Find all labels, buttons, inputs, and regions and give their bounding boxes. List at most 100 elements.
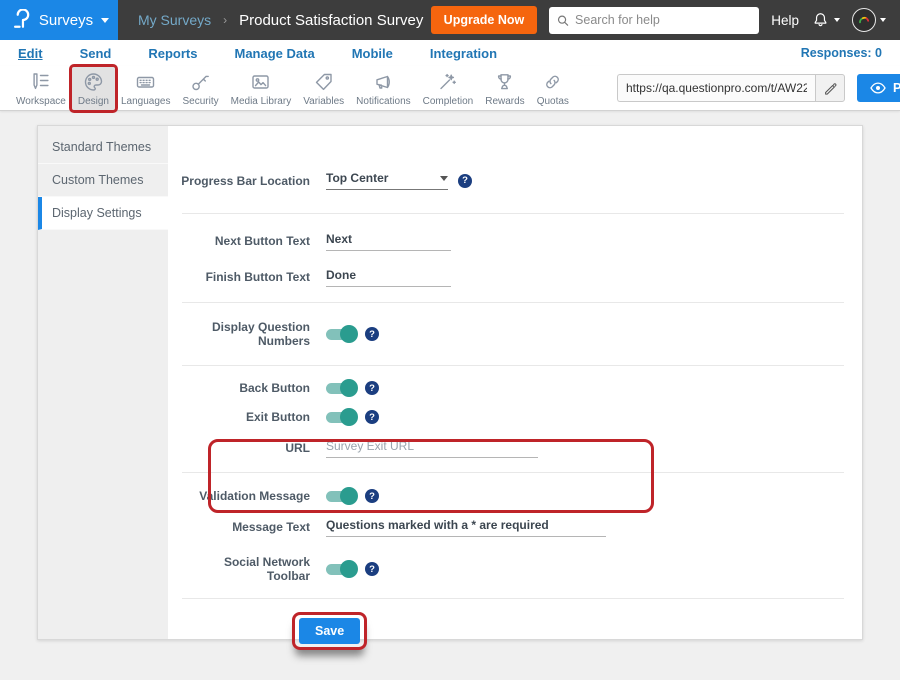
chevron-down-icon [880, 18, 886, 22]
help-search[interactable] [549, 7, 759, 34]
nav-send[interactable]: Send [80, 46, 112, 61]
social-network-toolbar-row: Social Network Toolbar [178, 555, 848, 583]
divider [182, 472, 844, 473]
workspace-icon [28, 70, 53, 94]
brand-label: Surveys [39, 12, 93, 29]
message-text-label: Message Text [178, 520, 326, 534]
exit-url-label: URL [178, 441, 326, 455]
toolbar-workspace[interactable]: Workspace [10, 67, 72, 110]
toolbar-notifications[interactable]: Notifications [350, 67, 416, 110]
help-search-input[interactable] [575, 13, 751, 27]
display-settings-form: Progress Bar Location Top Center Next Bu… [168, 126, 862, 639]
progress-bar-location-select[interactable]: Top Center [326, 171, 448, 190]
divider [182, 213, 844, 214]
finish-button-text-input[interactable] [326, 266, 451, 287]
toolbar-design[interactable]: Design [72, 67, 115, 110]
chevron-down-icon [440, 176, 448, 181]
toolbar-security[interactable]: Security [176, 67, 224, 110]
help-icon[interactable] [365, 410, 379, 424]
help-icon[interactable] [365, 489, 379, 503]
help-icon[interactable] [458, 174, 472, 188]
notifications-bell-button[interactable] [811, 11, 840, 30]
display-question-numbers-toggle[interactable] [326, 329, 355, 340]
finish-button-text-row: Finish Button Text [178, 266, 848, 287]
design-palette-icon [81, 70, 106, 94]
help-icon[interactable] [365, 381, 379, 395]
help-icon[interactable] [365, 562, 379, 576]
sidebar-item-custom-themes[interactable]: Custom Themes [38, 164, 168, 197]
back-button-toggle[interactable] [326, 383, 355, 394]
nav-manage-data[interactable]: Manage Data [234, 46, 314, 61]
next-button-text-row: Next Button Text [178, 230, 848, 251]
nav-integration[interactable]: Integration [430, 46, 497, 61]
validation-message-row: Validation Message [178, 489, 848, 503]
finish-button-text-label: Finish Button Text [178, 270, 326, 284]
breadcrumb-my-surveys[interactable]: My Surveys [138, 12, 211, 28]
divider [182, 598, 844, 599]
media-library-icon [248, 70, 273, 94]
gauge-avatar-icon [856, 12, 872, 28]
security-key-icon [188, 70, 213, 94]
progress-bar-location-label: Progress Bar Location [178, 174, 326, 188]
nav-edit[interactable]: Edit [18, 46, 43, 61]
design-settings-panel: Standard Themes Custom Themes Display Se… [37, 125, 863, 640]
nav-mobile[interactable]: Mobile [352, 46, 393, 61]
toolbar-rewards[interactable]: Rewards [479, 67, 530, 110]
help-link[interactable]: Help [771, 13, 799, 28]
account-menu[interactable] [852, 8, 886, 32]
toolbar-languages[interactable]: Languages [115, 67, 177, 110]
display-question-numbers-row: Display Question Numbers [178, 320, 848, 348]
social-network-toolbar-toggle[interactable] [326, 564, 355, 575]
exit-button-toggle[interactable] [326, 412, 355, 423]
page-title: Product Satisfaction Survey [239, 12, 423, 29]
validation-message-toggle[interactable] [326, 491, 355, 502]
sidebar-item-display-settings[interactable]: Display Settings [38, 197, 168, 230]
survey-url-group [617, 74, 845, 102]
toolbar-completion[interactable]: Completion [417, 67, 480, 110]
themes-sidebar: Standard Themes Custom Themes Display Se… [38, 126, 168, 639]
notifications-megaphone-icon [371, 70, 396, 94]
surveys-menu[interactable]: Surveys [0, 0, 118, 40]
message-text-input[interactable] [326, 516, 606, 537]
nav-reports[interactable]: Reports [148, 46, 197, 61]
edit-url-button[interactable] [815, 74, 845, 102]
top-bar: Surveys My Surveys › Product Satisfactio… [0, 0, 900, 40]
breadcrumb: My Surveys › Product Satisfaction Survey [138, 12, 423, 29]
display-question-numbers-label: Display Question Numbers [178, 320, 326, 348]
validation-message-label: Validation Message [178, 489, 326, 503]
message-text-row: Message Text [178, 516, 848, 537]
survey-menu-bar: Edit Send Reports Manage Data Mobile Int… [0, 40, 900, 66]
exit-button-label: Exit Button [178, 410, 326, 424]
completion-wand-icon [435, 70, 460, 94]
save-row: Save [292, 612, 848, 650]
chevron-down-icon [101, 18, 109, 23]
preview-button[interactable]: Preview [857, 74, 900, 102]
eye-icon [870, 82, 886, 94]
chevron-down-icon [834, 18, 840, 22]
page-body: Standard Themes Custom Themes Display Se… [0, 111, 900, 640]
breadcrumb-separator: › [223, 13, 227, 27]
bell-icon [811, 11, 830, 30]
design-toolbar: Workspace Design Languages Security Medi… [0, 66, 900, 111]
toolbar-media-library[interactable]: Media Library [225, 67, 298, 110]
exit-url-input[interactable] [326, 437, 538, 458]
sidebar-item-standard-themes[interactable]: Standard Themes [38, 131, 168, 164]
avatar [852, 8, 876, 32]
next-button-text-input[interactable] [326, 230, 451, 251]
quotas-link-icon [540, 70, 565, 94]
survey-url-input[interactable] [617, 74, 815, 102]
help-icon[interactable] [365, 327, 379, 341]
questionpro-logo-icon [9, 9, 31, 31]
pencil-icon [823, 81, 837, 95]
next-button-text-label: Next Button Text [178, 234, 326, 248]
divider [182, 365, 844, 366]
save-button[interactable]: Save [299, 618, 360, 644]
responses-count[interactable]: Responses: 0 [801, 46, 882, 60]
rewards-trophy-icon [492, 70, 517, 94]
save-annotation-box: Save [292, 612, 367, 650]
upgrade-now-button[interactable]: Upgrade Now [431, 6, 538, 34]
toolbar-variables[interactable]: Variables [297, 67, 350, 110]
toolbar-quotas[interactable]: Quotas [531, 67, 575, 110]
back-button-label: Back Button [178, 381, 326, 395]
progress-bar-location-row: Progress Bar Location Top Center [178, 171, 848, 190]
